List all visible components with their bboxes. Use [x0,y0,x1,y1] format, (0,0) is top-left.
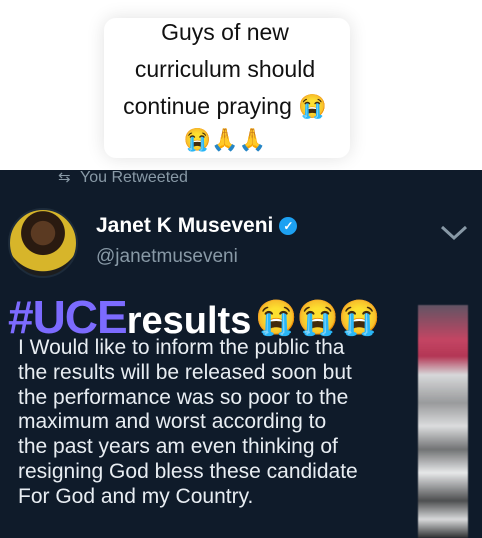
tweet-body-line: For God and my Country. [18,484,254,508]
retweet-label: You Retweeted [80,170,188,186]
author-handle[interactable]: @janetmuseveni [96,246,238,268]
avatar[interactable] [8,208,78,278]
tweet-body: I Would like to inform the public tha th… [18,336,468,510]
caption-line-1: Guys of new [161,19,289,45]
hashtag-emojis: 😭😭😭 [255,299,380,337]
chevron-down-icon[interactable] [436,220,472,244]
caption-line-2: curriculum should [134,56,316,82]
tweet-body-line: maximum and worst according to [18,410,327,434]
tweet-body-line: the past years am even thinking of [18,435,338,459]
caption-box: Guys of new curriculum should continue p… [100,10,350,157]
tweet-body-line: resigning God bless these candidate [18,459,358,483]
tweet-body-line: I Would like to inform the public tha [18,336,345,359]
caption-overlay: Guys of new curriculum should continue p… [0,0,482,170]
author-name-row[interactable]: Janet K Museveni ✓ [96,214,298,238]
tweet-body-line: the results will be released soon but [18,360,352,384]
author-name[interactable]: Janet K Museveni [96,214,273,237]
tweet-body-line: the performance was so poor to the [18,385,349,409]
verified-badge-icon: ✓ [279,217,298,235]
retweet-icon: ⇆ [58,170,71,186]
tweet-card[interactable]: ⇆ You Retweeted Janet K Museveni ✓ @janetm… [0,170,482,538]
caption-emojis: 😭🙏🙏 [183,127,267,152]
pixelated-overlay [418,305,468,538]
caption-line-3: continue praying 😭 [123,93,327,119]
retweet-indicator: ⇆ You Retweeted [58,170,188,187]
